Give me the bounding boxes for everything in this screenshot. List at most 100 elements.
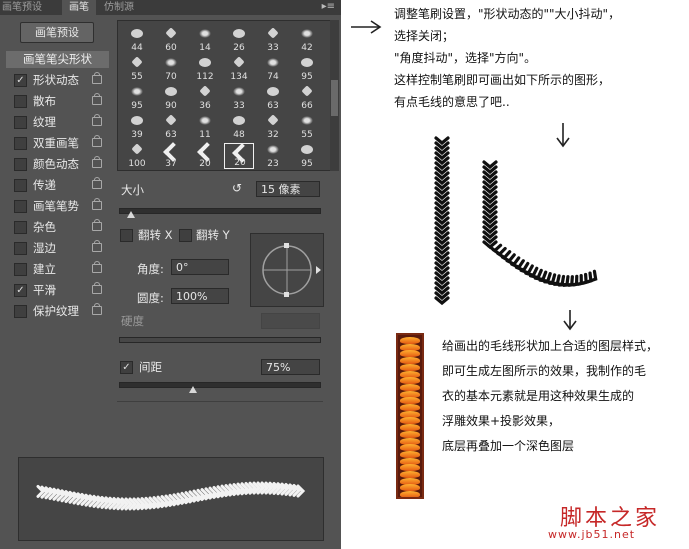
- spacing-slider-track[interactable]: [119, 382, 321, 388]
- brush-tip-cell[interactable]: 95: [292, 56, 322, 82]
- angle-roundness-widget[interactable]: [250, 233, 324, 307]
- brush-tip-cell[interactable]: 55: [122, 56, 152, 82]
- brush-tip-cell[interactable]: 33: [258, 27, 288, 53]
- option-item[interactable]: 散布: [6, 91, 109, 112]
- brush-tip-cell[interactable]: 32: [258, 114, 288, 140]
- brush-tip-cell[interactable]: 39: [122, 114, 152, 140]
- tab-clone-source[interactable]: 仿制源: [104, 0, 148, 15]
- brush-grid-scrollbar[interactable]: [330, 20, 339, 171]
- brush-tip-cell[interactable]: 95: [292, 143, 322, 169]
- lock-icon[interactable]: [92, 177, 102, 189]
- annotation-line: 有点毛线的意思了吧..: [394, 95, 510, 109]
- brush-tip-icon: [267, 87, 279, 96]
- brush-tip-cell[interactable]: 74: [258, 56, 288, 82]
- option-item[interactable]: 杂色: [6, 217, 109, 238]
- lock-icon[interactable]: [92, 198, 102, 210]
- lock-icon[interactable]: [92, 114, 102, 126]
- brush-tip-cell[interactable]: 42: [292, 27, 322, 53]
- brush-tip-cell[interactable]: 90: [156, 85, 186, 111]
- option-item[interactable]: 传递: [6, 175, 109, 196]
- option-item[interactable]: 双重画笔: [6, 133, 109, 154]
- option-item[interactable]: 保护纹理: [6, 301, 109, 322]
- brush-tip-cell[interactable]: 20: [224, 143, 254, 169]
- flip-y-label: 翻转 Y: [196, 228, 230, 242]
- brush-tip-icon: [165, 27, 177, 39]
- option-item[interactable]: 纹理: [6, 112, 109, 133]
- brush-size-number: 26: [233, 43, 245, 53]
- lock-icon[interactable]: [92, 135, 102, 147]
- option-checkbox[interactable]: ✓: [14, 74, 27, 87]
- lock-icon[interactable]: [92, 240, 102, 252]
- option-checkbox[interactable]: [14, 305, 27, 318]
- spacing-checkbox[interactable]: ✓: [120, 361, 133, 374]
- brush-tip-cell[interactable]: 55: [292, 114, 322, 140]
- lock-icon[interactable]: [92, 72, 102, 84]
- annotation-line: 给画出的毛线形状加上合适的图层样式，: [442, 339, 659, 353]
- hardness-field[interactable]: [261, 313, 320, 329]
- brush-tip-cell[interactable]: 70: [156, 56, 186, 82]
- reset-size-icon[interactable]: ↺: [232, 181, 242, 195]
- option-checkbox[interactable]: [14, 242, 27, 255]
- tab-brush[interactable]: 画笔: [62, 0, 96, 15]
- brush-tip-cell[interactable]: 44: [122, 27, 152, 53]
- option-label: 杂色: [33, 220, 56, 234]
- brush-size-number: 74: [267, 72, 279, 82]
- option-checkbox[interactable]: ✓: [14, 284, 27, 297]
- option-checkbox[interactable]: [14, 179, 27, 192]
- brush-size-number: 11: [199, 130, 211, 140]
- brush-tip-cell[interactable]: 66: [292, 85, 322, 111]
- brush-tip-cell[interactable]: 134: [224, 56, 254, 82]
- annotation-line: 底层再叠加一个深色图层: [442, 439, 575, 453]
- brush-presets-button[interactable]: 画笔预设: [20, 22, 94, 43]
- option-item[interactable]: 颜色动态: [6, 154, 109, 175]
- brush-tip-cell[interactable]: 23: [258, 143, 288, 169]
- brush-tip-cell[interactable]: 63: [156, 114, 186, 140]
- hardness-slider-track[interactable]: [119, 337, 321, 343]
- flip-y-checkbox[interactable]: [179, 229, 192, 242]
- flip-x-checkbox[interactable]: [120, 229, 133, 242]
- brush-tip-cell[interactable]: 20: [190, 142, 220, 169]
- lock-icon[interactable]: [92, 303, 102, 315]
- scrollbar-thumb[interactable]: [331, 80, 338, 116]
- option-item[interactable]: ✓ 形状动态: [6, 70, 109, 91]
- brush-tip-icon: [199, 85, 211, 97]
- option-checkbox[interactable]: [14, 137, 27, 150]
- option-checkbox[interactable]: [14, 116, 27, 129]
- size-field[interactable]: 15 像素: [256, 181, 320, 197]
- brush-tip-cell[interactable]: 112: [190, 56, 220, 82]
- brush-tip-cell[interactable]: 26: [224, 27, 254, 53]
- option-item[interactable]: 建立: [6, 259, 109, 280]
- size-slider-track[interactable]: [119, 208, 321, 214]
- brush-tip-cell[interactable]: 37: [156, 142, 186, 169]
- tab-brush-presets[interactable]: 画笔预设: [2, 0, 54, 15]
- roundness-field[interactable]: 100%: [171, 288, 229, 304]
- brush-tip-cell[interactable]: 11: [190, 114, 220, 140]
- panel-menu-icon[interactable]: ▸≡: [322, 1, 335, 13]
- lock-icon[interactable]: [92, 282, 102, 294]
- brush-tip-cell[interactable]: 36: [190, 85, 220, 111]
- brush-size-number: 55: [131, 72, 143, 82]
- lock-icon[interactable]: [92, 261, 102, 273]
- lock-icon[interactable]: [92, 219, 102, 231]
- option-item[interactable]: ✓ 平滑: [6, 280, 109, 301]
- brush-tip-cell[interactable]: 60: [156, 27, 186, 53]
- option-checkbox[interactable]: [14, 221, 27, 234]
- brush-tip-cell[interactable]: 63: [258, 85, 288, 111]
- spacing-field[interactable]: 75%: [261, 359, 320, 375]
- option-checkbox[interactable]: [14, 263, 27, 276]
- option-checkbox[interactable]: [14, 200, 27, 213]
- brush-tip-cell[interactable]: 48: [224, 114, 254, 140]
- brush-tip-cell[interactable]: 100: [122, 143, 152, 169]
- angle-field[interactable]: 0°: [171, 259, 229, 275]
- brush-tip-cell[interactable]: 14: [190, 27, 220, 53]
- spacing-slider-thumb[interactable]: [189, 386, 197, 393]
- lock-icon[interactable]: [92, 93, 102, 105]
- option-item[interactable]: 画笔笔势: [6, 196, 109, 217]
- lock-icon[interactable]: [92, 156, 102, 168]
- option-item[interactable]: 湿边: [6, 238, 109, 259]
- size-slider-thumb[interactable]: [127, 211, 135, 218]
- brush-tip-cell[interactable]: 95: [122, 85, 152, 111]
- brush-tip-cell[interactable]: 33: [224, 85, 254, 111]
- option-checkbox[interactable]: [14, 158, 27, 171]
- option-checkbox[interactable]: [14, 95, 27, 108]
